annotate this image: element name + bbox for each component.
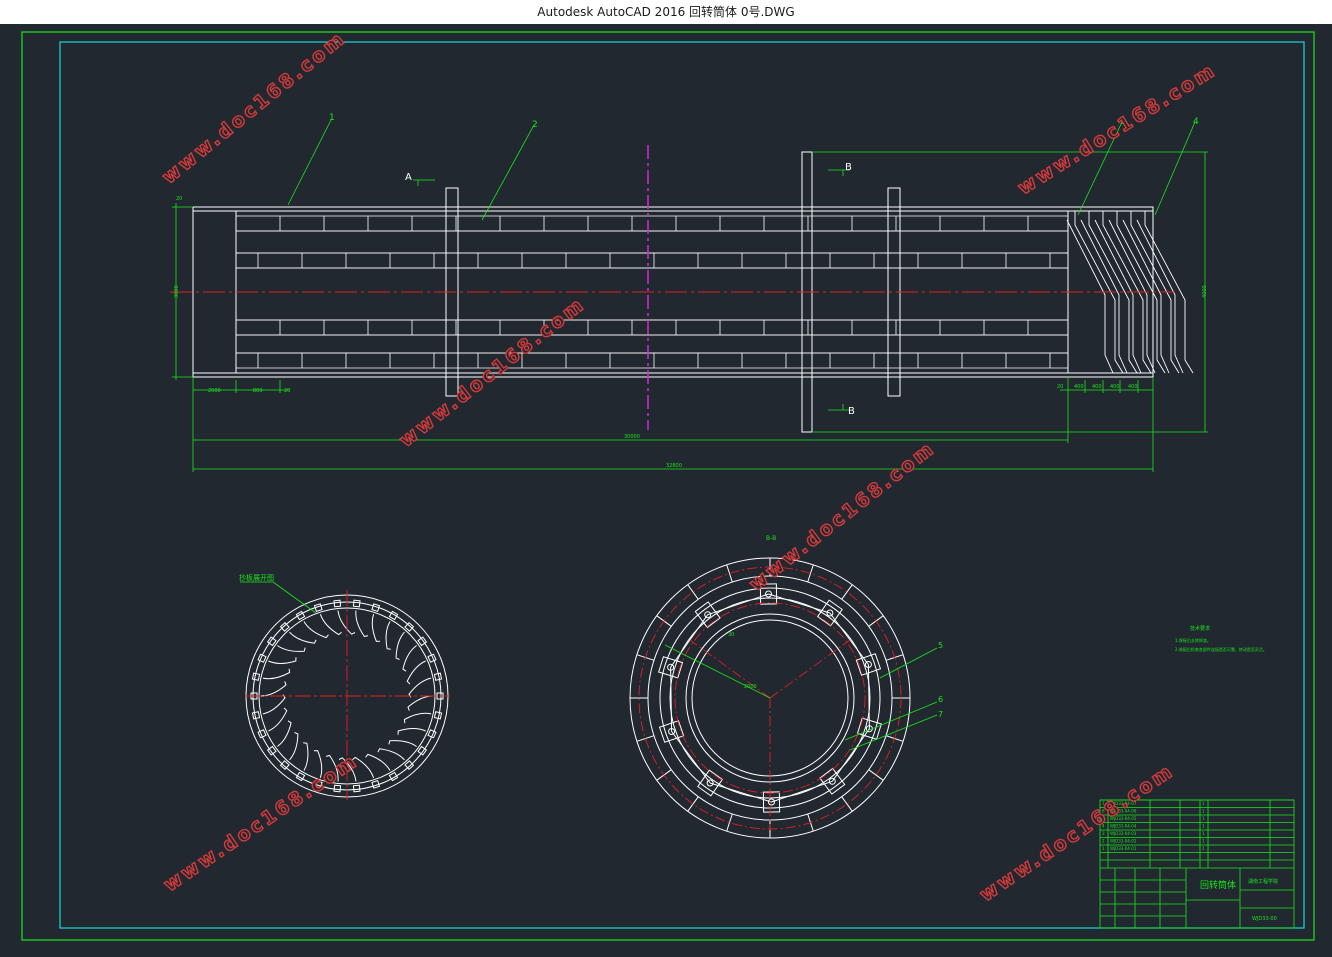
part-number-4: 4	[1193, 117, 1199, 127]
dim-left-seg-3: 20	[284, 388, 290, 394]
part-number-7: 7	[938, 710, 943, 719]
part-number-6: 6	[938, 695, 943, 704]
bom-row-qty: 1	[1202, 809, 1205, 814]
bom-row-qty: 1	[1202, 839, 1205, 844]
notes-title: 技术要求	[1190, 625, 1210, 632]
bom-row-qty: 1	[1202, 846, 1205, 851]
technical-notes: 技术要求 1.焊接后去除焊渣。 2.装配后检查各部件连接是否可靠，转动是否灵活。	[1175, 625, 1267, 652]
bom-row-no: 3	[1102, 831, 1105, 836]
left-view-label: 抄板展开图	[239, 573, 274, 582]
notes-line-1: 1.焊接后去除焊渣。	[1175, 637, 1211, 643]
dim-radius: 2000	[744, 684, 757, 690]
notes-line-2: 2.装配后检查各部件连接是否可靠，转动是否灵活。	[1175, 646, 1267, 652]
bom-row-qty: 1	[1202, 824, 1205, 829]
part-number-5: 5	[938, 641, 943, 650]
bom-row-qty: 1	[1202, 831, 1205, 836]
drawing-name: 回转筒体	[1200, 879, 1236, 891]
dim-left-seg-2: 800	[253, 388, 263, 394]
dim-right-seg-1: 20	[1057, 384, 1063, 390]
bom-row-code: WJD33-04-01	[1110, 846, 1137, 851]
section-label-b-top: B	[845, 162, 852, 173]
bom-row-no: 1	[1102, 846, 1105, 851]
dim-right-seg-5: 400	[1128, 384, 1138, 390]
section-label-b-bottom: B	[848, 406, 855, 417]
dim-left-top: 20	[176, 196, 182, 202]
dim-total-length: 32800	[666, 463, 682, 469]
part-number-2: 2	[532, 120, 538, 130]
bom-row-code: WJD33-04-02	[1110, 839, 1137, 844]
dim-angle: 30	[728, 632, 734, 638]
dim-right-seg-4: 400	[1110, 384, 1120, 390]
dim-right-seg-3: 400	[1092, 384, 1102, 390]
bom-row-code: WJD33-04-04	[1110, 824, 1137, 829]
dim-left-seg-1: 2000	[208, 388, 221, 394]
section-label-a: A	[405, 172, 412, 183]
company-name: 湖南工程学院	[1248, 878, 1278, 885]
drawing-number: WJD33-00	[1252, 916, 1277, 922]
dim-diameter-left: 3000	[174, 285, 180, 298]
dim-body-length: 30000	[624, 434, 640, 440]
bom-row-code: WJD33-04-03	[1110, 831, 1137, 836]
window-title: Autodesk AutoCAD 2016 回转筒体 0号.DWG	[0, 0, 1332, 24]
bom-row-qty: 1	[1202, 816, 1205, 821]
dim-right-seg-2: 400	[1074, 384, 1084, 390]
bom-row-no: 2	[1102, 839, 1105, 844]
part-number-1: 1	[329, 113, 335, 123]
dim-diameter-right: 4000	[1202, 285, 1208, 298]
drawing-canvas[interactable]: 1 2 3 4 A B B 30000 32800 2000 800 20 20…	[0, 24, 1332, 953]
bom-row-qty: 1	[1202, 801, 1205, 806]
right-view-label: B-B	[766, 535, 776, 542]
